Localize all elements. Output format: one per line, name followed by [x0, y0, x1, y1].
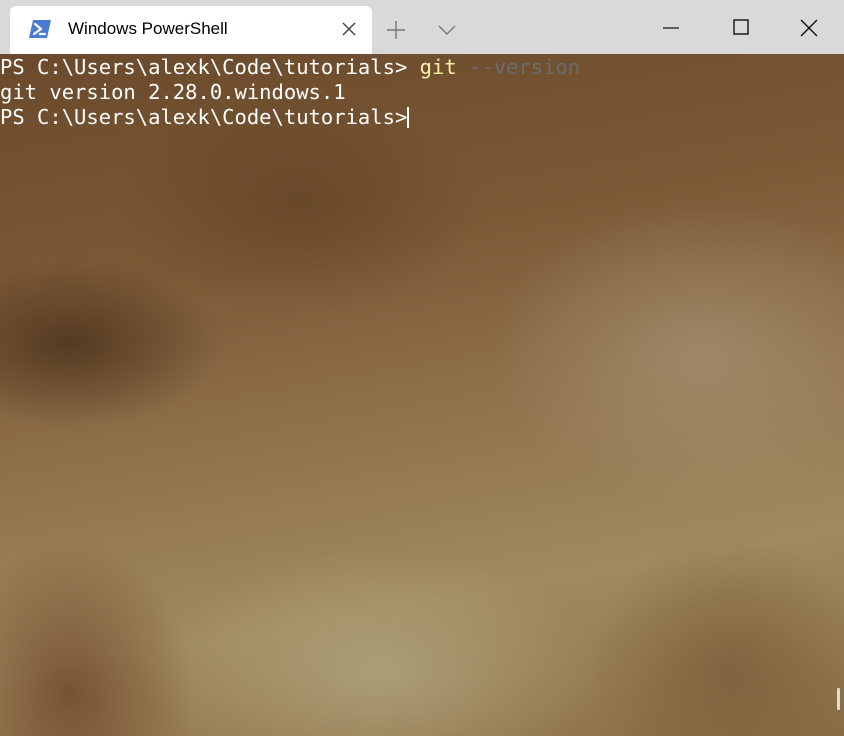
- minimize-icon[interactable]: [648, 8, 694, 48]
- command: git: [419, 55, 457, 79]
- chevron-down-icon[interactable]: [437, 23, 457, 37]
- prompt: PS C:\Users\alexk\Code\tutorials>: [0, 55, 420, 79]
- terminal-line-2: git version 2.28.0.windows.1: [0, 80, 346, 105]
- prompt: PS C:\Users\alexk\Code\tutorials>: [0, 105, 420, 129]
- tab-title: Windows PowerShell: [68, 19, 228, 38]
- scrollbar[interactable]: [837, 688, 840, 710]
- close-icon[interactable]: [341, 21, 357, 37]
- tab-windows-powershell[interactable]: Windows PowerShell: [10, 6, 372, 54]
- command-argument: --version: [456, 55, 581, 79]
- title-bar[interactable]: Windows PowerShell: [0, 0, 844, 54]
- command-output: git version 2.28.0.windows.1: [0, 80, 346, 104]
- text-cursor: [407, 107, 409, 128]
- terminal-line-3: PS C:\Users\alexk\Code\tutorials>: [0, 105, 420, 130]
- terminal-line-1: PS C:\Users\alexk\Code\tutorials> git --…: [0, 55, 580, 80]
- terminal-window: Windows PowerShell PS C:\Users\alexk\Cod…: [0, 0, 844, 736]
- plus-icon[interactable]: [385, 19, 407, 41]
- terminal-output[interactable]: PS C:\Users\alexk\Code\tutorials> git --…: [0, 54, 844, 736]
- powershell-icon: [29, 20, 51, 38]
- maximize-icon[interactable]: [718, 8, 764, 48]
- close-window-icon[interactable]: [786, 8, 832, 48]
